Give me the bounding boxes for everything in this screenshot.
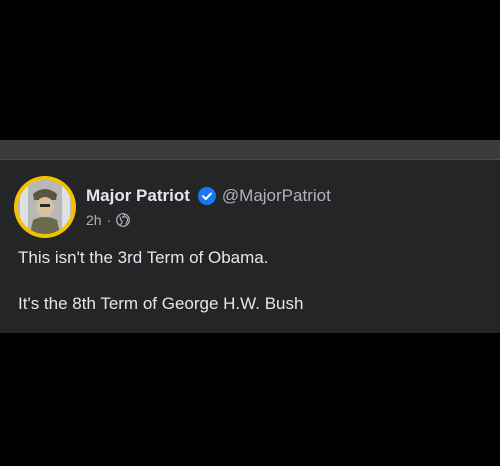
post-card: Major Patriot @MajorPatriot 2h · This is… — [0, 160, 500, 333]
post-text-line-1: This isn't the 3rd Term of Obama. — [18, 248, 269, 267]
post-header: Major Patriot @MajorPatriot — [86, 184, 331, 208]
post-meta: 2h · — [86, 210, 131, 230]
verified-badge-icon — [197, 187, 216, 205]
soldier-portrait-icon — [18, 180, 72, 234]
avatar[interactable] — [14, 176, 76, 238]
meta-separator: · — [106, 212, 112, 228]
divider-strip — [0, 140, 500, 160]
post-timestamp[interactable]: 2h — [86, 212, 102, 228]
author-handle[interactable]: @MajorPatriot — [222, 186, 331, 206]
post-text-line-2: It's the 8th Term of George H.W. Bush — [18, 294, 304, 313]
avatar-image — [18, 180, 72, 234]
post-body: This isn't the 3rd Term of Obama. It's t… — [18, 246, 488, 316]
page: Major Patriot @MajorPatriot 2h · This is… — [0, 0, 500, 466]
author-name[interactable]: Major Patriot — [86, 186, 190, 206]
globe-icon[interactable] — [116, 213, 131, 227]
